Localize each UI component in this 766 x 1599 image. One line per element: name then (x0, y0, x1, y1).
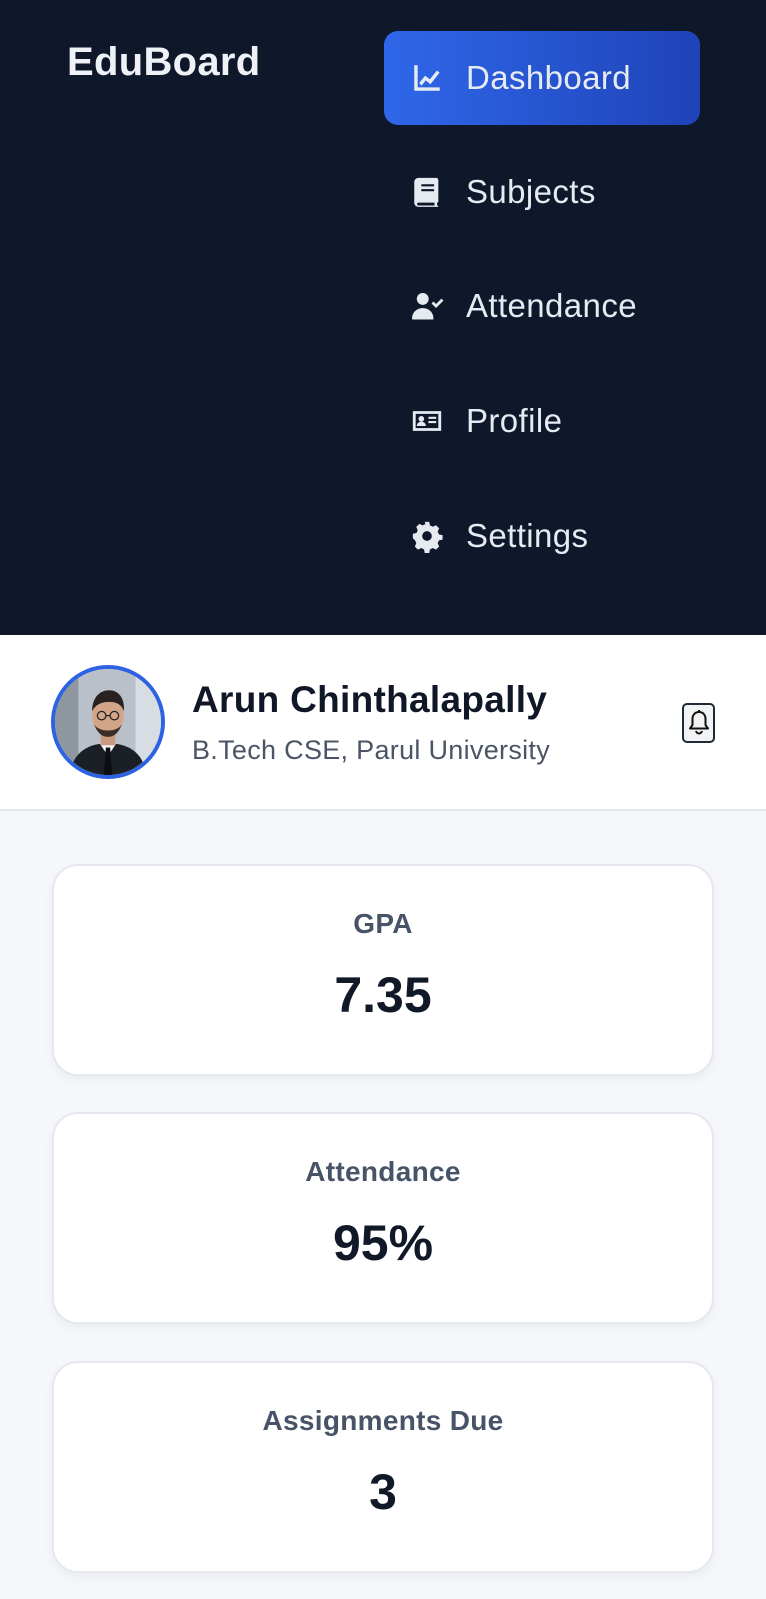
stat-card-label: Assignments Due (262, 1405, 504, 1436)
chart-line-icon (410, 61, 444, 95)
nav-item-label: Settings (466, 517, 589, 554)
id-card-icon (410, 404, 444, 438)
gear-icon (410, 519, 444, 553)
nav-item-profile[interactable]: Profile (384, 374, 562, 468)
nav-item-label: Dashboard (466, 59, 632, 96)
stat-card-value: 3 (369, 1464, 397, 1520)
profile-header: Arun Chinthalapally B.Tech CSE, Parul Un… (0, 635, 766, 811)
top-navigation: EduBoard Dashboard Subjects Attendance P… (0, 0, 766, 635)
stat-card-label: Attendance (305, 1156, 461, 1187)
user-subtitle: B.Tech CSE, Parul University (192, 735, 551, 765)
bell-icon (688, 710, 709, 735)
nav-item-label: Profile (466, 402, 563, 439)
stat-card-value: 7.35 (334, 967, 432, 1023)
nav-item-attendance[interactable]: Attendance (384, 259, 637, 353)
user-check-icon (410, 289, 444, 323)
nav-item-label: Subjects (466, 173, 596, 210)
stat-card-label: GPA (353, 908, 413, 939)
user-name: Arun Chinthalapally (192, 679, 548, 720)
avatar[interactable] (51, 665, 165, 779)
notification-button[interactable] (682, 703, 715, 743)
brand-logo[interactable]: EduBoard (67, 40, 261, 85)
stat-card-assignments-due: Assignments Due 3 (52, 1361, 714, 1573)
nav-item-dashboard[interactable]: Dashboard (384, 31, 700, 125)
nav-item-subjects[interactable]: Subjects (384, 145, 596, 239)
stat-card-attendance: Attendance 95% (52, 1112, 714, 1324)
stat-card-value: 95% (332, 1215, 434, 1271)
nav-item-label: Attendance (466, 287, 637, 324)
book-icon (410, 175, 444, 209)
stat-card-gpa: GPA 7.35 (52, 864, 714, 1076)
nav-item-settings[interactable]: Settings (384, 489, 588, 583)
